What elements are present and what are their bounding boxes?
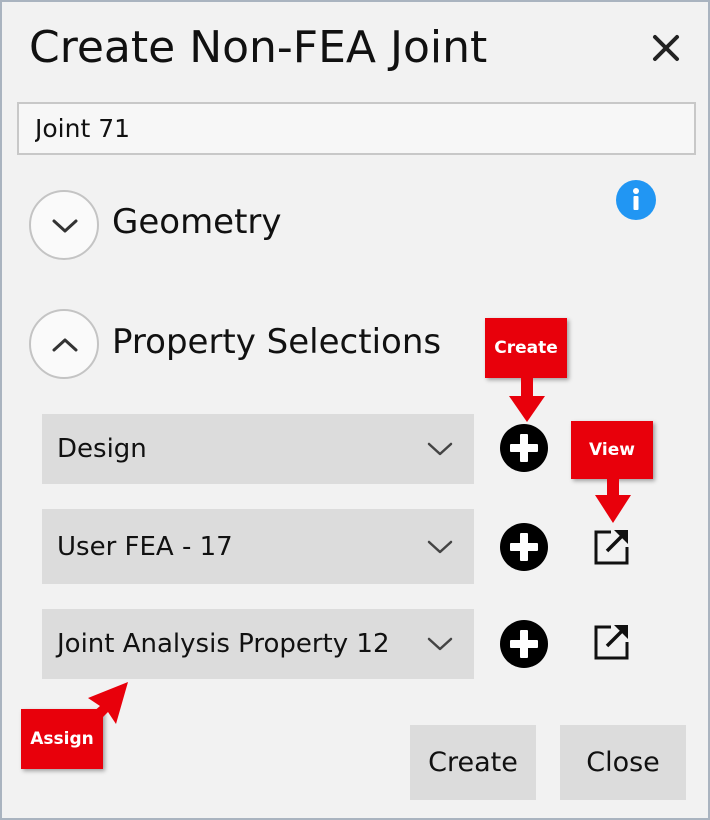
external-link-icon xyxy=(594,625,629,660)
chevron-up-icon xyxy=(52,338,78,352)
fea-property-value: User FEA - 17 xyxy=(57,531,233,562)
close-button[interactable]: Close xyxy=(560,725,686,800)
view-fea-property-button[interactable] xyxy=(591,527,631,567)
dialog-title: Create Non-FEA Joint xyxy=(29,22,488,73)
fea-property-select[interactable]: User FEA - 17 xyxy=(42,509,474,584)
create-annotation-callout: Create xyxy=(485,318,567,378)
info-icon[interactable] xyxy=(615,179,657,221)
chevron-down-icon xyxy=(427,637,453,651)
plus-circle-icon xyxy=(500,523,548,571)
chevron-down-icon xyxy=(427,540,453,553)
chevron-down-icon xyxy=(52,219,78,233)
external-link-icon xyxy=(594,530,629,565)
plus-circle-icon xyxy=(500,424,548,472)
joint-analysis-property-select[interactable]: Joint Analysis Property 12 xyxy=(42,609,474,679)
property-selections-section-label: Property Selections xyxy=(112,322,442,362)
create-annotation-arrow xyxy=(509,376,545,422)
chevron-down-icon xyxy=(427,442,453,456)
view-joint-analysis-property-button[interactable] xyxy=(591,622,631,662)
create-joint-analysis-property-button[interactable] xyxy=(500,620,548,668)
joint-analysis-property-value: Joint Analysis Property 12 xyxy=(57,629,390,659)
geometry-toggle-button[interactable] xyxy=(29,190,99,260)
view-annotation-callout: View xyxy=(571,421,653,479)
create-button[interactable]: Create xyxy=(410,725,536,800)
view-annotation-arrow xyxy=(595,477,631,523)
joint-name-input[interactable] xyxy=(17,102,696,155)
assign-annotation-arrow xyxy=(84,682,128,728)
plus-circle-icon xyxy=(500,620,548,668)
design-property-select[interactable]: Design xyxy=(42,414,474,484)
create-joint-dialog: Create Non-FEA Joint Geometry Property S… xyxy=(0,0,710,820)
design-property-value: Design xyxy=(57,434,147,464)
create-design-property-button[interactable] xyxy=(500,424,548,472)
create-fea-property-button[interactable] xyxy=(500,523,548,571)
property-selections-toggle-button[interactable] xyxy=(29,309,99,379)
geometry-section-label: Geometry xyxy=(112,202,282,242)
close-x-icon[interactable] xyxy=(648,30,684,66)
